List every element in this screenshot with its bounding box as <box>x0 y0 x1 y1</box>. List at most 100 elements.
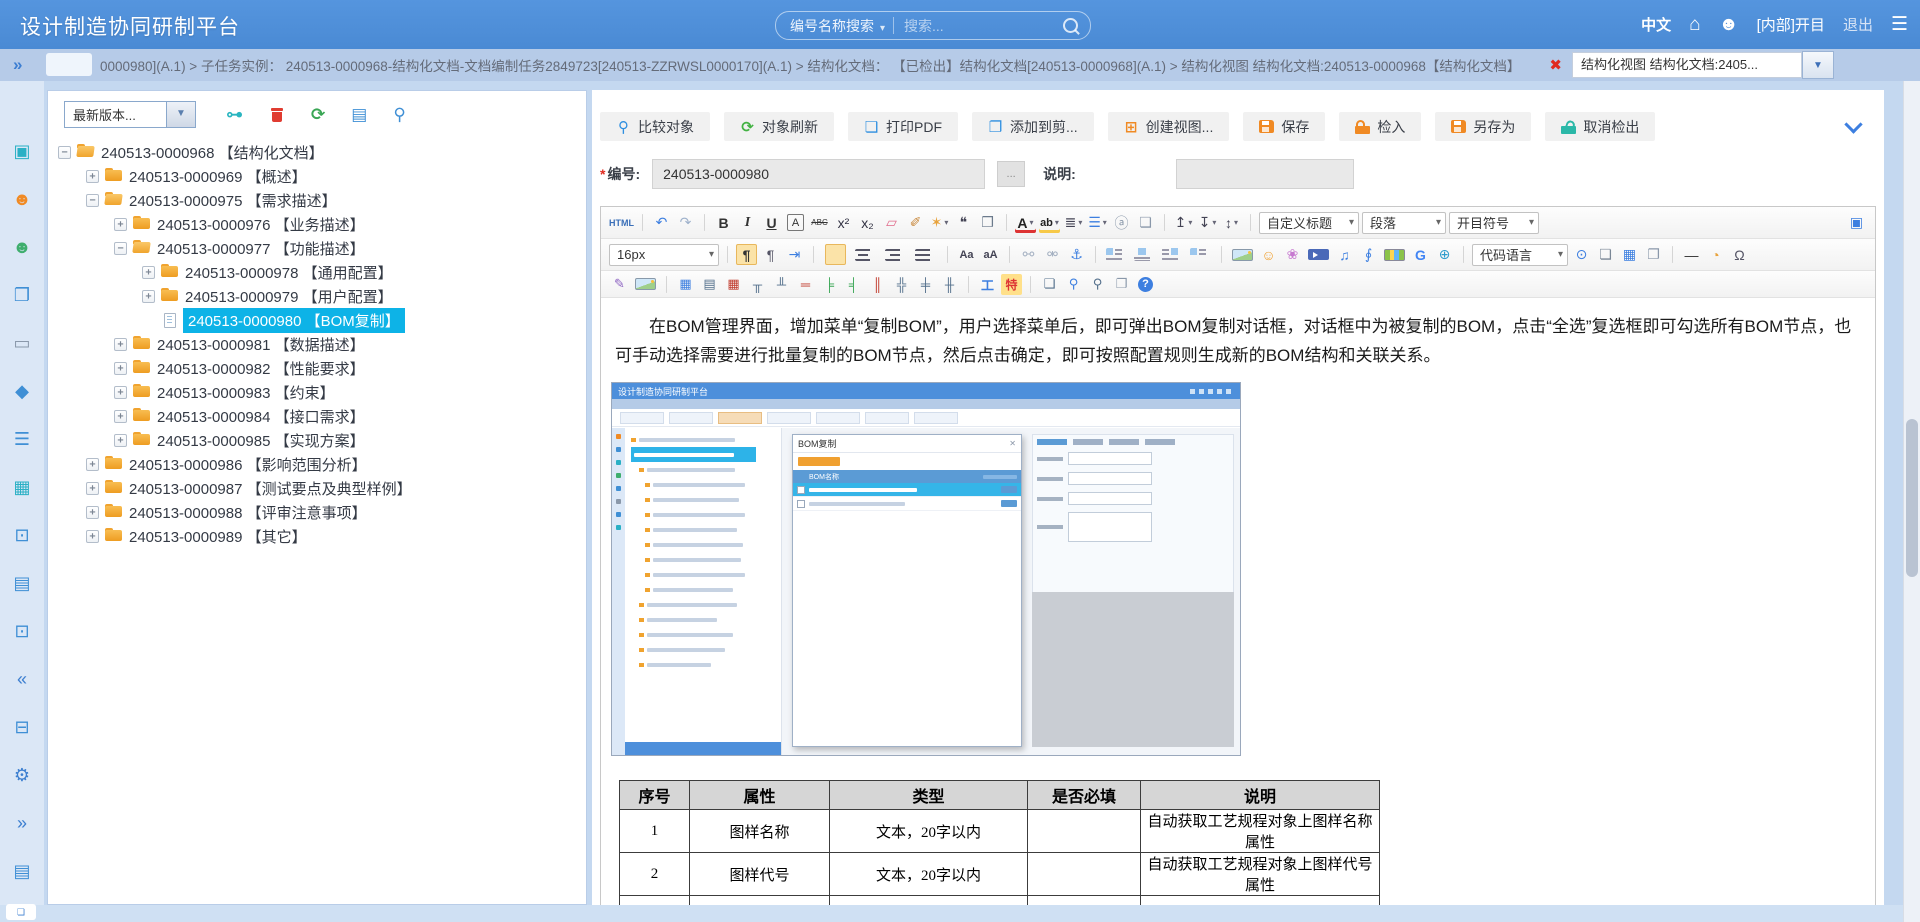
tree-expander-icon[interactable]: + <box>86 458 99 471</box>
tree-item-label[interactable]: 240513-0000982 【性能要求】 <box>157 358 365 379</box>
checkin-button[interactable]: 检入 <box>1339 112 1421 141</box>
palette-icon[interactable]: ❀ <box>1282 244 1303 265</box>
tree-item-label[interactable]: 240513-0000987 【测试要点及典型样例】 <box>129 478 412 499</box>
paste-icon[interactable]: ❐ <box>1111 274 1132 295</box>
merge-cells-icon[interactable]: ╬ <box>891 274 912 295</box>
code-field[interactable] <box>652 159 985 189</box>
find-icon[interactable]: ⚲ <box>1087 274 1108 295</box>
insert-col-left-icon[interactable]: ╞ <box>819 274 840 295</box>
sidebar-expand-icon[interactable]: » <box>13 55 22 75</box>
paragraph-select[interactable]: 段落 <box>1362 212 1446 234</box>
tree-expander-icon[interactable]: + <box>142 266 155 279</box>
pie-chart-icon[interactable]: ◔ <box>1705 244 1726 265</box>
data-store-icon[interactable]: ▣ <box>13 127 30 175</box>
superscript-icon[interactable]: x² <box>833 212 854 233</box>
horizontal-rule-icon[interactable]: — <box>1681 244 1702 265</box>
tree-item-label[interactable]: 240513-0000985 【实现方案】 <box>157 430 365 451</box>
preview-icon[interactable]: ⚲ <box>1063 274 1084 295</box>
align-center-icon[interactable] <box>855 249 876 261</box>
doc-list-icon[interactable]: ▤ <box>13 559 30 607</box>
merge-right-icon[interactable]: ╪ <box>915 274 936 295</box>
language-switch[interactable]: 中文 <box>1641 14 1671 35</box>
settings-icon[interactable]: ⚙ <box>14 751 30 799</box>
add-to-clipboard-button[interactable]: ❐ 添加到剪... <box>972 112 1094 141</box>
tree-expander-icon[interactable]: + <box>86 482 99 495</box>
tree-item[interactable]: + 240513-0000986 【影响范围分析】 <box>48 452 586 476</box>
kaimu-symbol-select[interactable]: 开目符号 <box>1449 212 1539 234</box>
uppercase-icon[interactable]: Aa <box>956 244 977 265</box>
tree-item[interactable]: − 240513-0000975 【需求描述】 <box>48 188 586 212</box>
version-caret-icon[interactable]: ▼ <box>166 102 195 127</box>
page-break-icon[interactable]: ❐ <box>1643 244 1664 265</box>
tree-expander-icon[interactable]: + <box>86 170 99 183</box>
tree-item-label[interactable]: 240513-0000983 【约束】 <box>157 382 335 403</box>
view-select-caret-icon[interactable]: ▼ <box>1802 51 1834 79</box>
margin-bottom-icon[interactable]: ↧ <box>1197 212 1218 233</box>
formula-icon[interactable]: ✎ <box>609 274 630 295</box>
custom-heading-select[interactable]: 自定义标题 <box>1259 212 1359 234</box>
attachment-icon[interactable]: ∮ <box>1358 244 1379 265</box>
tree-item[interactable]: + 240513-0000982 【性能要求】 <box>48 356 586 380</box>
html-source-icon[interactable]: HTML <box>609 212 634 233</box>
insert-music-icon[interactable]: ♫ <box>1334 244 1355 265</box>
tree-item[interactable]: + 240513-0000981 【数据描述】 <box>48 332 586 356</box>
underline-icon[interactable]: U <box>761 212 782 233</box>
highlight-color-icon[interactable]: ab <box>1039 212 1060 233</box>
tree-expander-icon[interactable]: − <box>86 194 99 207</box>
indent-icon[interactable]: ⇥ <box>784 244 805 265</box>
tree-item[interactable]: + 240513-0000979 【用户配置】 <box>48 284 586 308</box>
search-mode-select[interactable]: 编号名称搜索 <box>776 16 893 36</box>
fullscreen-icon[interactable]: ▣ <box>1846 212 1867 233</box>
view-select[interactable]: 结构化视图 结构化文档:2405... <box>1572 52 1802 78</box>
user-icon[interactable]: ☻ <box>1719 14 1739 36</box>
format-brush-icon[interactable]: ✐ <box>905 212 926 233</box>
more-button[interactable]: ... <box>997 161 1025 187</box>
tree-item-label[interactable]: 240513-0000981 【数据描述】 <box>157 334 365 355</box>
description-field[interactable] <box>1176 159 1354 189</box>
delete-col-icon[interactable]: ║ <box>867 274 888 295</box>
tree-item[interactable]: + 240513-0000976 【业务描述】 <box>48 212 586 236</box>
document-content[interactable]: 在BOM管理界面，增加菜单“复制BOM”，用户选择菜单后，即可弹出BOM复制对话… <box>601 298 1875 905</box>
tree-expander-icon[interactable]: + <box>142 290 155 303</box>
tree-expander-icon[interactable]: + <box>86 530 99 543</box>
italic-icon[interactable]: I <box>737 212 758 233</box>
team-orange-icon[interactable]: ☻ <box>13 175 32 223</box>
tree-item[interactable]: + 240513-0000988 【评审注意事项】 <box>48 500 586 524</box>
save-button[interactable]: 保存 <box>1243 112 1325 141</box>
vertical-scrollbar[interactable] <box>1903 81 1920 922</box>
tree-expander-icon[interactable]: + <box>114 218 127 231</box>
logout-button[interactable]: 退出 <box>1843 14 1873 35</box>
te-special-icon[interactable]: 特 <box>1001 274 1022 295</box>
delete-row-icon[interactable]: ═ <box>795 274 816 295</box>
calendar-icon[interactable]: ▦ <box>13 463 30 511</box>
tree-item-label[interactable]: 240513-0000968 【结构化文档】 <box>101 142 324 163</box>
search-icon[interactable] <box>1063 18 1078 33</box>
tree-item-label[interactable]: 240513-0000975 【需求描述】 <box>129 190 337 211</box>
ordered-list-icon[interactable]: ≣ <box>1063 212 1084 233</box>
align-right-icon[interactable] <box>885 249 906 261</box>
undo-icon[interactable]: ↶ <box>651 212 672 233</box>
tree-expander-icon[interactable]: − <box>58 146 71 159</box>
tree-item-label[interactable]: 240513-0000989 【其它】 <box>129 526 307 547</box>
code-language-select[interactable]: 代码语言 <box>1472 244 1568 266</box>
screen-icon[interactable]: ⊡ <box>14 607 29 655</box>
emoji-icon[interactable]: ☺ <box>1258 244 1279 265</box>
line-height-icon[interactable]: ↕ <box>1221 212 1242 233</box>
search-input[interactable] <box>894 18 1063 34</box>
insert-grid-icon[interactable]: ▦ <box>1619 244 1640 265</box>
google-map-icon[interactable]: G <box>1410 244 1431 265</box>
scrollbar-thumb[interactable] <box>1906 419 1918 577</box>
lowercase-icon[interactable]: aA <box>980 244 1001 265</box>
tree-item[interactable]: + 240513-0000989 【其它】 <box>48 524 586 548</box>
tree-expander-icon[interactable]: + <box>114 338 127 351</box>
font-color-icon[interactable]: A <box>1015 212 1036 233</box>
split-cell-icon[interactable]: ╫ <box>939 274 960 295</box>
help-icon[interactable]: ? <box>1138 277 1153 292</box>
ltr-paragraph-icon[interactable]: ¶ <box>736 244 757 265</box>
forward-icon[interactable]: » <box>17 799 27 847</box>
tree-item-label[interactable]: 240513-0000986 【影响范围分析】 <box>129 454 367 475</box>
autoformat-icon[interactable]: ✶ <box>929 212 950 233</box>
tree-item-label[interactable]: 240513-0000980 【BOM复制】 <box>183 308 405 333</box>
delete-table-icon[interactable]: ▦ <box>723 274 744 295</box>
menu-icon[interactable]: ☰ <box>1891 13 1908 36</box>
